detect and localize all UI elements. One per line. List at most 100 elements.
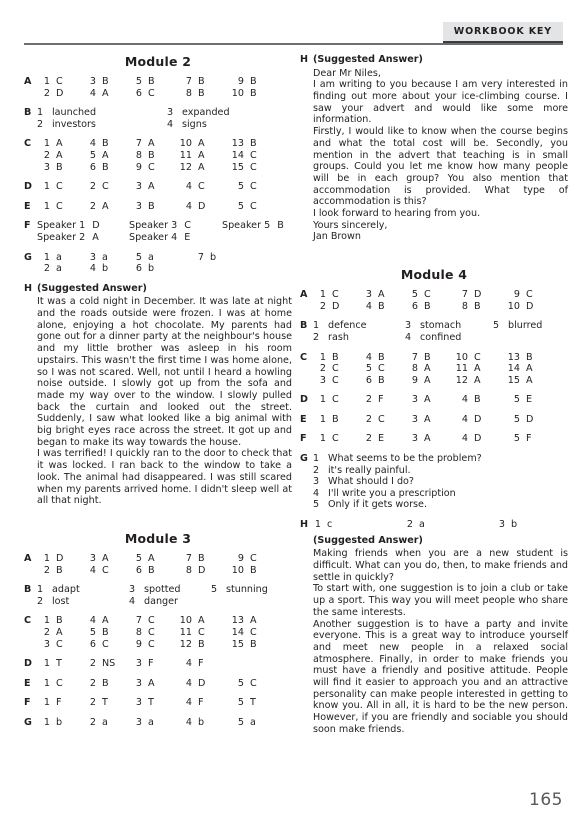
paragraph: Making friends when you are a new studen…	[313, 548, 568, 583]
answer-value: B	[56, 564, 63, 576]
page-header: WORKBOOK KEY	[0, 0, 587, 46]
answer-row: 4 signs	[167, 119, 230, 131]
answer-value: adapt	[52, 584, 80, 596]
answer-number: 5	[135, 552, 142, 564]
answer-number: 1	[43, 615, 50, 627]
answer-number: 1	[43, 138, 50, 150]
answer-row: 4 confined	[405, 332, 493, 344]
module2-exercise-D: D 1C 2C 3A 4C 5C	[24, 181, 292, 193]
answer-item: 4D	[455, 414, 507, 426]
answer-number: 1	[43, 76, 50, 87]
paragraph: It was a cold night in December. It was …	[37, 296, 292, 448]
answer-value: B	[378, 300, 385, 312]
answer-item: 5a	[231, 717, 256, 729]
answer-row: 2A	[37, 627, 83, 639]
answer-number: 4	[89, 87, 96, 99]
answer-value: B	[102, 138, 109, 150]
question-text: I'll write you a prescription	[328, 487, 456, 499]
answer-row: 8B	[179, 88, 231, 100]
answer-column: 4A 5B 6C	[83, 615, 129, 650]
answer-value: A	[198, 138, 205, 150]
answer-number: 3	[135, 697, 142, 709]
answer-column: 1B 2C 3C	[313, 352, 359, 387]
answer-row: 1 defence	[313, 320, 405, 332]
answer-number: 5	[365, 363, 372, 375]
answer-row: 8C	[129, 627, 179, 639]
answer-row: 3C	[37, 639, 83, 651]
answer-number: 5	[411, 289, 418, 301]
answer-row: 4 danger	[129, 596, 211, 608]
answer-column: Speaker 5 B	[222, 220, 284, 243]
answer-row: 1C	[313, 289, 359, 301]
answer-row: 6b	[129, 263, 191, 275]
answer-row: 14 A	[507, 363, 533, 375]
answer-column: 3A 4C	[83, 553, 129, 576]
answer-item: 1C	[37, 201, 83, 213]
answer-value: D	[526, 300, 534, 312]
answer-row: 3A	[83, 553, 129, 565]
answer-number: 6	[411, 300, 418, 312]
answer-value: B	[332, 413, 339, 425]
answer-row: 5a	[129, 252, 191, 264]
answer-value: C	[184, 220, 191, 232]
question-number: 3	[313, 476, 320, 488]
answer-value: D	[198, 200, 206, 212]
answer-number: 5	[237, 181, 244, 193]
answer-number: 3	[405, 320, 412, 332]
answer-number: 3	[43, 161, 50, 173]
answer-grid: 1C 2A 3B 4D 5C	[37, 201, 292, 213]
answer-value: C	[250, 149, 257, 161]
answer-column: 13 B 14 C 15 C	[231, 138, 257, 173]
answer-value: A	[102, 615, 109, 627]
answer-column: 10 A 11 A 12 A	[179, 138, 231, 173]
answer-column: 5 blurred	[493, 320, 542, 343]
page-number: 165	[529, 790, 563, 810]
paragraph: I look forward to hearing from you.	[313, 208, 481, 220]
answer-number: 5	[211, 584, 218, 596]
answer-item: 4F	[179, 697, 231, 709]
answer-column: 7B 8B	[179, 76, 231, 99]
question-number: 2	[313, 464, 320, 476]
answer-number: 4	[89, 138, 96, 150]
answer-number: 2	[365, 394, 372, 406]
question-row: 4 I'll write you a prescription	[313, 488, 568, 500]
answer-number: 3	[89, 552, 96, 564]
answer-number: 7	[185, 552, 192, 564]
answer-value: a	[102, 716, 108, 728]
answer-row: 9C	[129, 639, 179, 651]
exercise-letter: D	[24, 181, 32, 193]
paragraph: Dear Mr Niles,	[313, 67, 381, 79]
answer-value: C	[250, 626, 257, 638]
answer-number: 4	[405, 331, 412, 343]
answer-number: 7	[135, 138, 142, 150]
answer-item: 5C	[231, 181, 257, 193]
answer-value: D	[92, 220, 100, 232]
answer-grid: 1C 2E 3A 4D 5F	[313, 433, 568, 445]
answer-number: 4	[185, 181, 192, 193]
answer-value: a	[56, 263, 62, 275]
answer-column: 1 adapt 2 lost	[37, 584, 129, 607]
answer-row: 6C	[129, 88, 179, 100]
answer-row: 10 D	[507, 300, 534, 313]
answer-value: E	[378, 433, 385, 445]
answer-value: A	[526, 374, 533, 386]
answer-number: 2	[89, 658, 96, 670]
answer-number: 3	[167, 107, 174, 119]
answer-item: 2B	[83, 678, 129, 690]
answer-row: 3a	[83, 252, 129, 264]
answer-row: 2C	[313, 363, 359, 375]
answer-value: C	[148, 638, 155, 650]
answer-value: D	[526, 413, 534, 425]
answer-item: 3A	[405, 414, 455, 426]
answer-row: 7C	[129, 615, 179, 627]
answer-number: 2	[365, 413, 372, 425]
answer-item: 1T	[37, 658, 83, 670]
module4-exercise-A: A 1C 2D 3A 4B 5C 6B 7D 8B 9 C 10 D	[300, 289, 568, 312]
answer-value: B	[378, 374, 385, 386]
answer-number: 12	[179, 638, 192, 650]
answer-number: 4	[185, 716, 192, 728]
answer-number: Speaker 4	[129, 231, 178, 243]
exercise-letter: D	[24, 658, 32, 670]
module3-exercise-C: C 1B 2A 3C 4A 5B 6C 7C 8C 9C 10 A 11 C 1…	[24, 615, 292, 650]
answer-number: 9	[513, 289, 520, 301]
